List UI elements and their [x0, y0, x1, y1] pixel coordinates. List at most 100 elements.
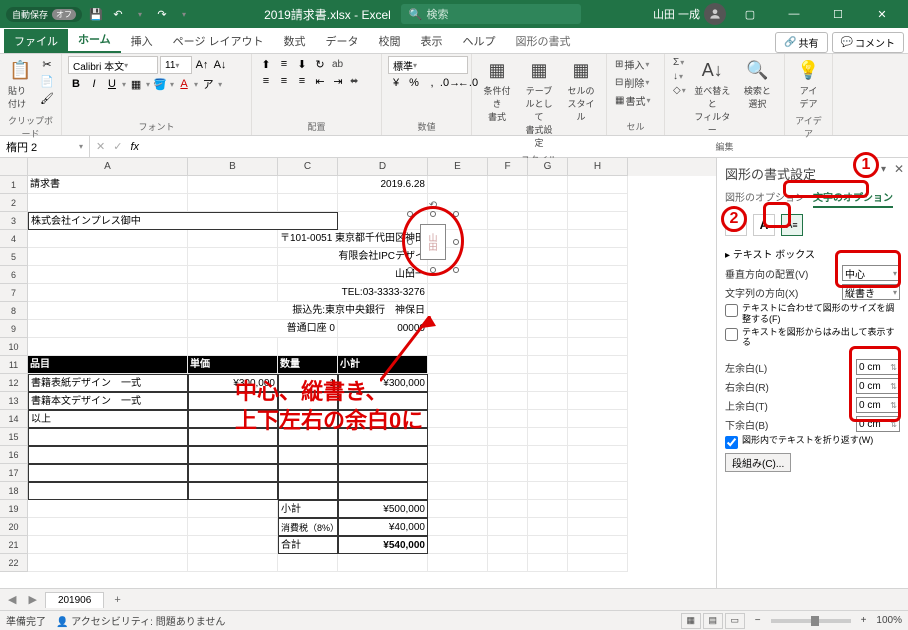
underline-dropdown[interactable]: ▾: [122, 80, 126, 89]
cell[interactable]: [188, 230, 278, 248]
row-header[interactable]: 5: [0, 248, 28, 266]
zoom-in-button[interactable]: +: [861, 615, 867, 626]
phonetic-dropdown[interactable]: ▾: [218, 80, 222, 89]
cell[interactable]: [488, 518, 528, 536]
cell[interactable]: [188, 536, 278, 554]
col-header-b[interactable]: B: [188, 158, 278, 176]
cell[interactable]: 1: [278, 374, 338, 392]
cell[interactable]: [188, 176, 278, 194]
tab-shape-format[interactable]: 図形の書式: [506, 29, 581, 53]
cell[interactable]: [488, 320, 528, 338]
fill-color-icon[interactable]: 🪣: [152, 76, 168, 92]
fx-icon[interactable]: fx: [130, 141, 139, 153]
tab-data[interactable]: データ: [316, 29, 369, 53]
undo-icon[interactable]: ↶: [110, 6, 126, 22]
cell[interactable]: [28, 464, 188, 482]
row-header[interactable]: 4: [0, 230, 28, 248]
cell[interactable]: 小計: [278, 500, 338, 518]
cell[interactable]: [278, 446, 338, 464]
cell[interactable]: [568, 284, 628, 302]
format-as-table-button[interactable]: ▦テーブルとして 書式設定: [520, 56, 558, 151]
phonetic-icon[interactable]: ア: [200, 76, 216, 92]
cell[interactable]: [528, 392, 568, 410]
row-header[interactable]: 6: [0, 266, 28, 284]
comment-button[interactable]: 💬 コメント: [832, 32, 904, 53]
cell[interactable]: 普通口座 0: [188, 320, 338, 338]
row-header[interactable]: 17: [0, 464, 28, 482]
cell[interactable]: [188, 410, 278, 428]
wrap-text-checkbox[interactable]: [725, 436, 738, 449]
cell[interactable]: [188, 500, 278, 518]
italic-icon[interactable]: I: [86, 76, 102, 92]
cell[interactable]: [488, 194, 528, 212]
cell[interactable]: [428, 518, 488, 536]
cell[interactable]: [528, 320, 568, 338]
cell[interactable]: [338, 410, 428, 428]
cell[interactable]: [488, 482, 528, 500]
cell[interactable]: [528, 248, 568, 266]
col-header-f[interactable]: F: [488, 158, 528, 176]
cell[interactable]: [428, 392, 488, 410]
cell[interactable]: [338, 428, 428, 446]
align-middle-icon[interactable]: ≡: [276, 56, 292, 72]
align-bottom-icon[interactable]: ⬇: [294, 56, 310, 72]
row-header[interactable]: 12: [0, 374, 28, 392]
font-size-combo[interactable]: 11 ▾: [160, 56, 192, 74]
tab-pagelayout[interactable]: ページ レイアウト: [163, 29, 274, 53]
cell[interactable]: 単価: [188, 356, 278, 374]
undo-dropdown[interactable]: ▾: [132, 6, 148, 22]
cell[interactable]: [528, 464, 568, 482]
sheet-nav-prev[interactable]: ◀: [4, 593, 20, 606]
maximize-button[interactable]: ☐: [818, 0, 858, 28]
cell[interactable]: [488, 500, 528, 518]
cell[interactable]: [488, 464, 528, 482]
save-icon[interactable]: 💾: [88, 6, 104, 22]
row-header[interactable]: 11: [0, 356, 28, 374]
cell[interactable]: 品目: [28, 356, 188, 374]
cell[interactable]: [568, 302, 628, 320]
cell[interactable]: [278, 410, 338, 428]
cell[interactable]: [188, 266, 278, 284]
tab-formulas[interactable]: 数式: [274, 29, 316, 53]
row-header[interactable]: 21: [0, 536, 28, 554]
cell[interactable]: [568, 212, 628, 230]
cell[interactable]: [28, 518, 188, 536]
autosave-toggle[interactable]: 自動保存 オフ: [6, 7, 82, 22]
cell[interactable]: [488, 302, 528, 320]
resize-handle[interactable]: [407, 267, 413, 273]
cell[interactable]: 00000: [338, 320, 428, 338]
row-header[interactable]: 20: [0, 518, 28, 536]
cell[interactable]: [568, 464, 628, 482]
cell[interactable]: [428, 284, 488, 302]
cell[interactable]: [528, 554, 568, 572]
cell[interactable]: [568, 392, 628, 410]
cell[interactable]: [188, 428, 278, 446]
tab-help[interactable]: ヘルプ: [453, 29, 506, 53]
page-break-view-button[interactable]: ▭: [725, 613, 745, 629]
cell[interactable]: [568, 374, 628, 392]
row-header[interactable]: 9: [0, 320, 28, 338]
cell[interactable]: [278, 392, 338, 410]
cell[interactable]: [528, 176, 568, 194]
cell[interactable]: [278, 428, 338, 446]
number-format-combo[interactable]: 標準 ▾: [388, 56, 468, 74]
cell[interactable]: [568, 356, 628, 374]
cell[interactable]: [528, 428, 568, 446]
format-cells-button[interactable]: ▦ 書式 ▾: [613, 92, 652, 109]
col-header-c[interactable]: C: [278, 158, 338, 176]
cell[interactable]: [428, 500, 488, 518]
cell[interactable]: [568, 410, 628, 428]
sheet-nav-next[interactable]: ▶: [24, 593, 40, 606]
cell[interactable]: [188, 194, 278, 212]
increase-decimal-icon[interactable]: .0→: [442, 75, 458, 91]
tab-review[interactable]: 校閲: [369, 29, 411, 53]
select-all-corner[interactable]: [0, 158, 28, 176]
find-select-button[interactable]: 🔍検索と 選択: [737, 56, 778, 112]
cell[interactable]: [568, 266, 628, 284]
enter-formula-icon[interactable]: ✓: [113, 140, 122, 153]
row-header[interactable]: 15: [0, 428, 28, 446]
cell[interactable]: [28, 482, 188, 500]
cell[interactable]: TEL:03-3333-3276: [278, 284, 428, 302]
copy-icon[interactable]: 📄: [39, 73, 55, 89]
cell[interactable]: ¥40,000: [338, 518, 428, 536]
